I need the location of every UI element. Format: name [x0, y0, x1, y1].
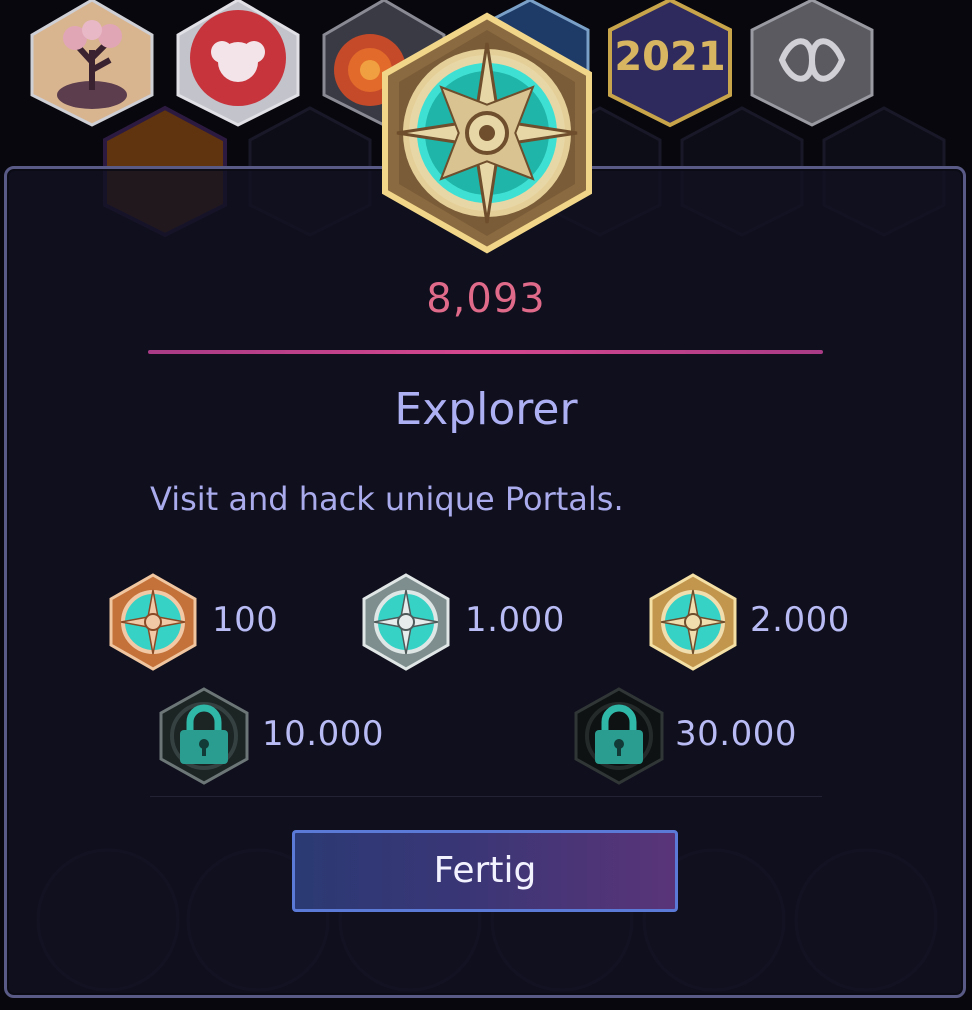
badge-title: Explorer [394, 384, 578, 435]
badge-2021: 2021 [608, 0, 732, 128]
tier-bronze: 100 [108, 572, 288, 672]
compass-silver-icon [362, 573, 450, 671]
badge-cherry-tree [30, 0, 154, 127]
tier-gold-value: 2.000 [750, 600, 850, 640]
tier-platinum: 10.000 [158, 686, 388, 786]
badge-description: Visit and hack unique Portals. [150, 480, 624, 518]
tier-gold: 2.000 [648, 572, 863, 672]
tier-silver: 1.000 [361, 572, 571, 672]
tier-silver-value: 1.000 [465, 600, 565, 640]
padlock-icon [574, 687, 664, 785]
compass-gold-icon [649, 573, 737, 671]
padlock-icon [159, 687, 249, 785]
divider [148, 350, 823, 354]
explorer-gold-badge-icon [382, 12, 592, 254]
done-button[interactable]: Fertig [292, 830, 678, 912]
badge-count: 8,093 [426, 276, 546, 322]
tier-onyx: 30.000 [573, 686, 813, 786]
separator [150, 796, 822, 797]
compass-bronze-icon [109, 573, 197, 671]
year-badge-text: 2021 [614, 34, 725, 80]
badge-sakura [176, 0, 300, 127]
badge-infinity [750, 0, 874, 127]
tier-bronze-value: 100 [212, 600, 279, 640]
tier-onyx-value: 30.000 [675, 714, 797, 754]
tier-platinum-value: 10.000 [262, 714, 384, 754]
